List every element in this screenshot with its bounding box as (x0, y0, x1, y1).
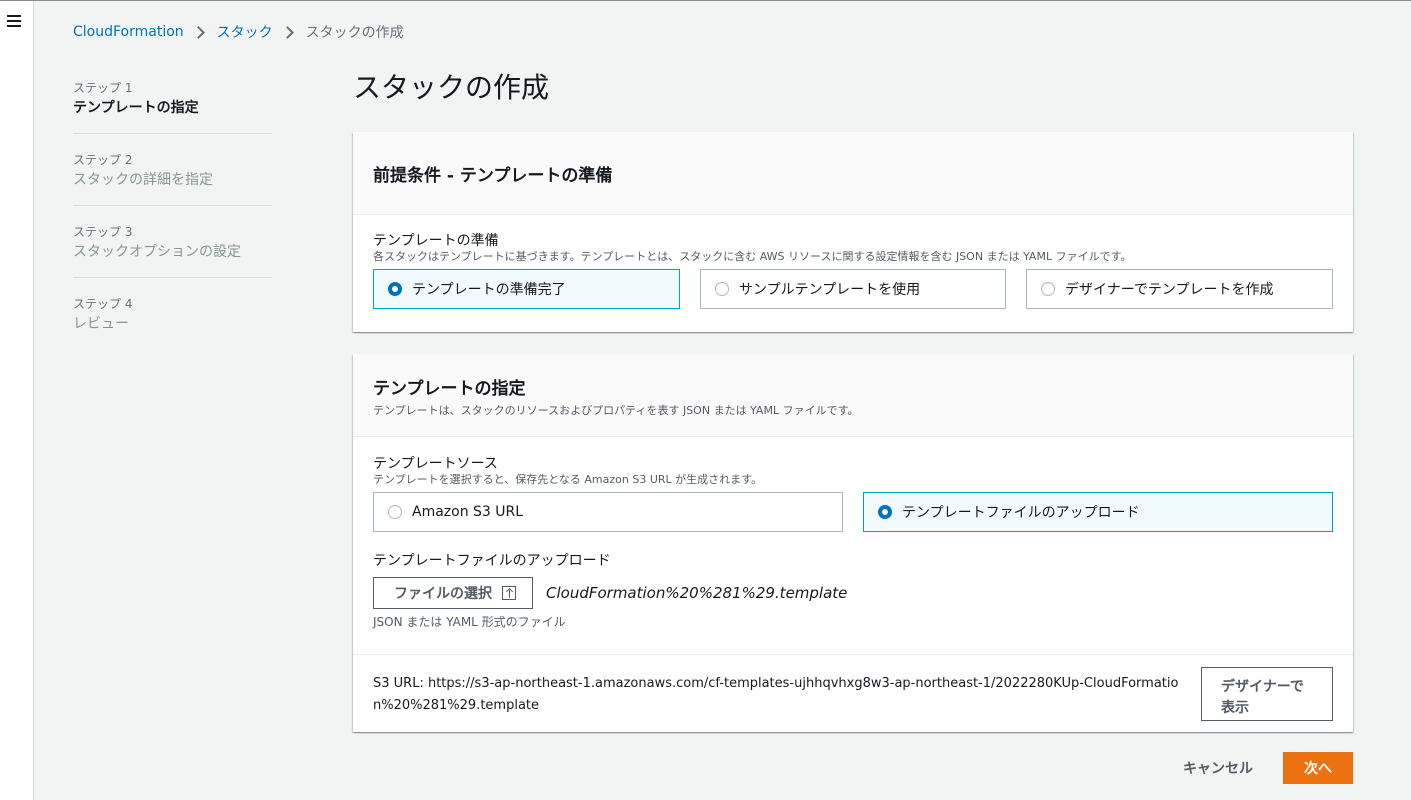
upload-icon (502, 586, 516, 600)
step-1: ステップ 1 テンプレートの指定 (73, 80, 272, 134)
step-4: ステップ 4 レビュー (73, 296, 272, 349)
panel-body: テンプレートの準備 各スタックはテンプレートに基づきます。テンプレートとは、スタ… (353, 215, 1353, 309)
template-source-options: Amazon S3 URL テンプレートファイルのアップロード (373, 492, 1333, 532)
template-source-description: テンプレートを選択すると、保存先となる Amazon S3 URL が生成されま… (373, 473, 763, 486)
page-title: スタックの作成 (353, 71, 550, 104)
choose-file-button[interactable]: ファイルの選択 (373, 577, 533, 609)
panel-body: テンプレートソース テンプレートを選択すると、保存先となる Amazon S3 … (353, 437, 1353, 629)
panel-description: テンプレートは、スタックのリソースおよびプロパティを表す JSON または YA… (373, 404, 859, 417)
option-use-sample-template[interactable]: サンプルテンプレートを使用 (700, 269, 1006, 309)
option-label: サンプルテンプレートを使用 (739, 282, 921, 298)
specify-template-panel: テンプレートの指定 テンプレートは、スタックのリソースおよびプロパティを表す J… (353, 354, 1353, 732)
radio-unselected-icon[interactable] (715, 282, 729, 296)
next-button[interactable]: 次へ (1283, 752, 1353, 784)
panel-header: 前提条件 - テンプレートの準備 (353, 132, 1353, 215)
panel-title: 前提条件 - テンプレートの準備 (373, 166, 613, 186)
step-label: レビュー (73, 316, 129, 332)
left-nav-rail (0, 1, 34, 800)
chevron-right-icon (280, 25, 294, 39)
step-2: ステップ 2 スタックの詳細を指定 (73, 152, 272, 206)
option-amazon-s3-url[interactable]: Amazon S3 URL (373, 492, 843, 532)
field-description: 各スタックはテンプレートに基づきます。テンプレートとは、スタックに含む AWS … (373, 250, 1132, 263)
s3-url-row: S3 URL: https://s3-ap-northeast-1.amazon… (353, 654, 1353, 732)
choose-file-label: ファイルの選択 (394, 585, 492, 601)
panel-header: テンプレートの指定 テンプレートは、スタックのリソースおよびプロパティを表す J… (353, 354, 1353, 437)
selected-file-name: CloudFormation%20%281%29.template (546, 584, 848, 602)
designer-button-line1: デザイナーで (1221, 678, 1304, 694)
breadcrumb-current: スタックの作成 (305, 25, 404, 41)
step-label: スタックの詳細を指定 (73, 172, 213, 188)
chevron-right-icon (191, 25, 205, 39)
breadcrumb-stacks[interactable]: スタック (217, 22, 273, 42)
radio-selected-icon[interactable] (878, 505, 892, 519)
cancel-button[interactable]: キャンセル (1166, 752, 1270, 784)
template-source-label: テンプレートソース (373, 456, 498, 472)
s3-url-text: S3 URL: https://s3-ap-northeast-1.amazon… (373, 676, 1179, 713)
option-upload-template-file[interactable]: テンプレートファイルのアップロード (863, 492, 1333, 532)
option-label: テンプレートファイルのアップロード (902, 505, 1140, 521)
step-label: スタックオプションの設定 (73, 244, 241, 260)
step-label: テンプレートの指定 (73, 100, 199, 116)
radio-selected-icon[interactable] (388, 282, 402, 296)
option-create-in-designer[interactable]: デザイナーでテンプレートを作成 (1026, 269, 1333, 309)
option-template-ready[interactable]: テンプレートの準備完了 (373, 269, 680, 309)
hamburger-menu-icon[interactable] (7, 15, 21, 27)
step-number: ステップ 3 (73, 225, 133, 239)
wizard-steps: ステップ 1 テンプレートの指定 ステップ 2 スタックの詳細を指定 ステップ … (73, 80, 272, 367)
designer-button-line2: 表示 (1221, 699, 1249, 715)
file-upload-row: ファイルの選択 CloudFormation%20%281%29.templat… (373, 577, 1333, 609)
breadcrumb: CloudFormation スタック スタックの作成 (73, 22, 404, 42)
option-label: テンプレートの準備完了 (412, 282, 566, 298)
top-border (0, 0, 1411, 1)
prepare-template-options: テンプレートの準備完了 サンプルテンプレートを使用 デザイナーでテンプレートを作… (373, 269, 1333, 309)
step-number: ステップ 2 (73, 153, 133, 167)
radio-unselected-icon[interactable] (1041, 282, 1055, 296)
file-hint: JSON または YAML 形式のファイル (373, 615, 566, 629)
breadcrumb-cloudformation[interactable]: CloudFormation (73, 24, 184, 40)
option-label: デザイナーでテンプレートを作成 (1065, 282, 1274, 298)
step-number: ステップ 1 (73, 81, 133, 95)
step-3: ステップ 3 スタックオプションの設定 (73, 224, 272, 278)
option-label: Amazon S3 URL (412, 504, 524, 520)
radio-unselected-icon[interactable] (388, 505, 402, 519)
panel-title: テンプレートの指定 (373, 379, 526, 399)
step-number: ステップ 4 (73, 297, 133, 311)
field-label: テンプレートの準備 (373, 233, 499, 249)
upload-label: テンプレートファイルのアップロード (373, 553, 611, 569)
view-in-designer-button[interactable]: デザイナーで 表示 (1201, 667, 1333, 721)
prerequisite-panel: 前提条件 - テンプレートの準備 テンプレートの準備 各スタックはテンプレートに… (353, 132, 1353, 332)
